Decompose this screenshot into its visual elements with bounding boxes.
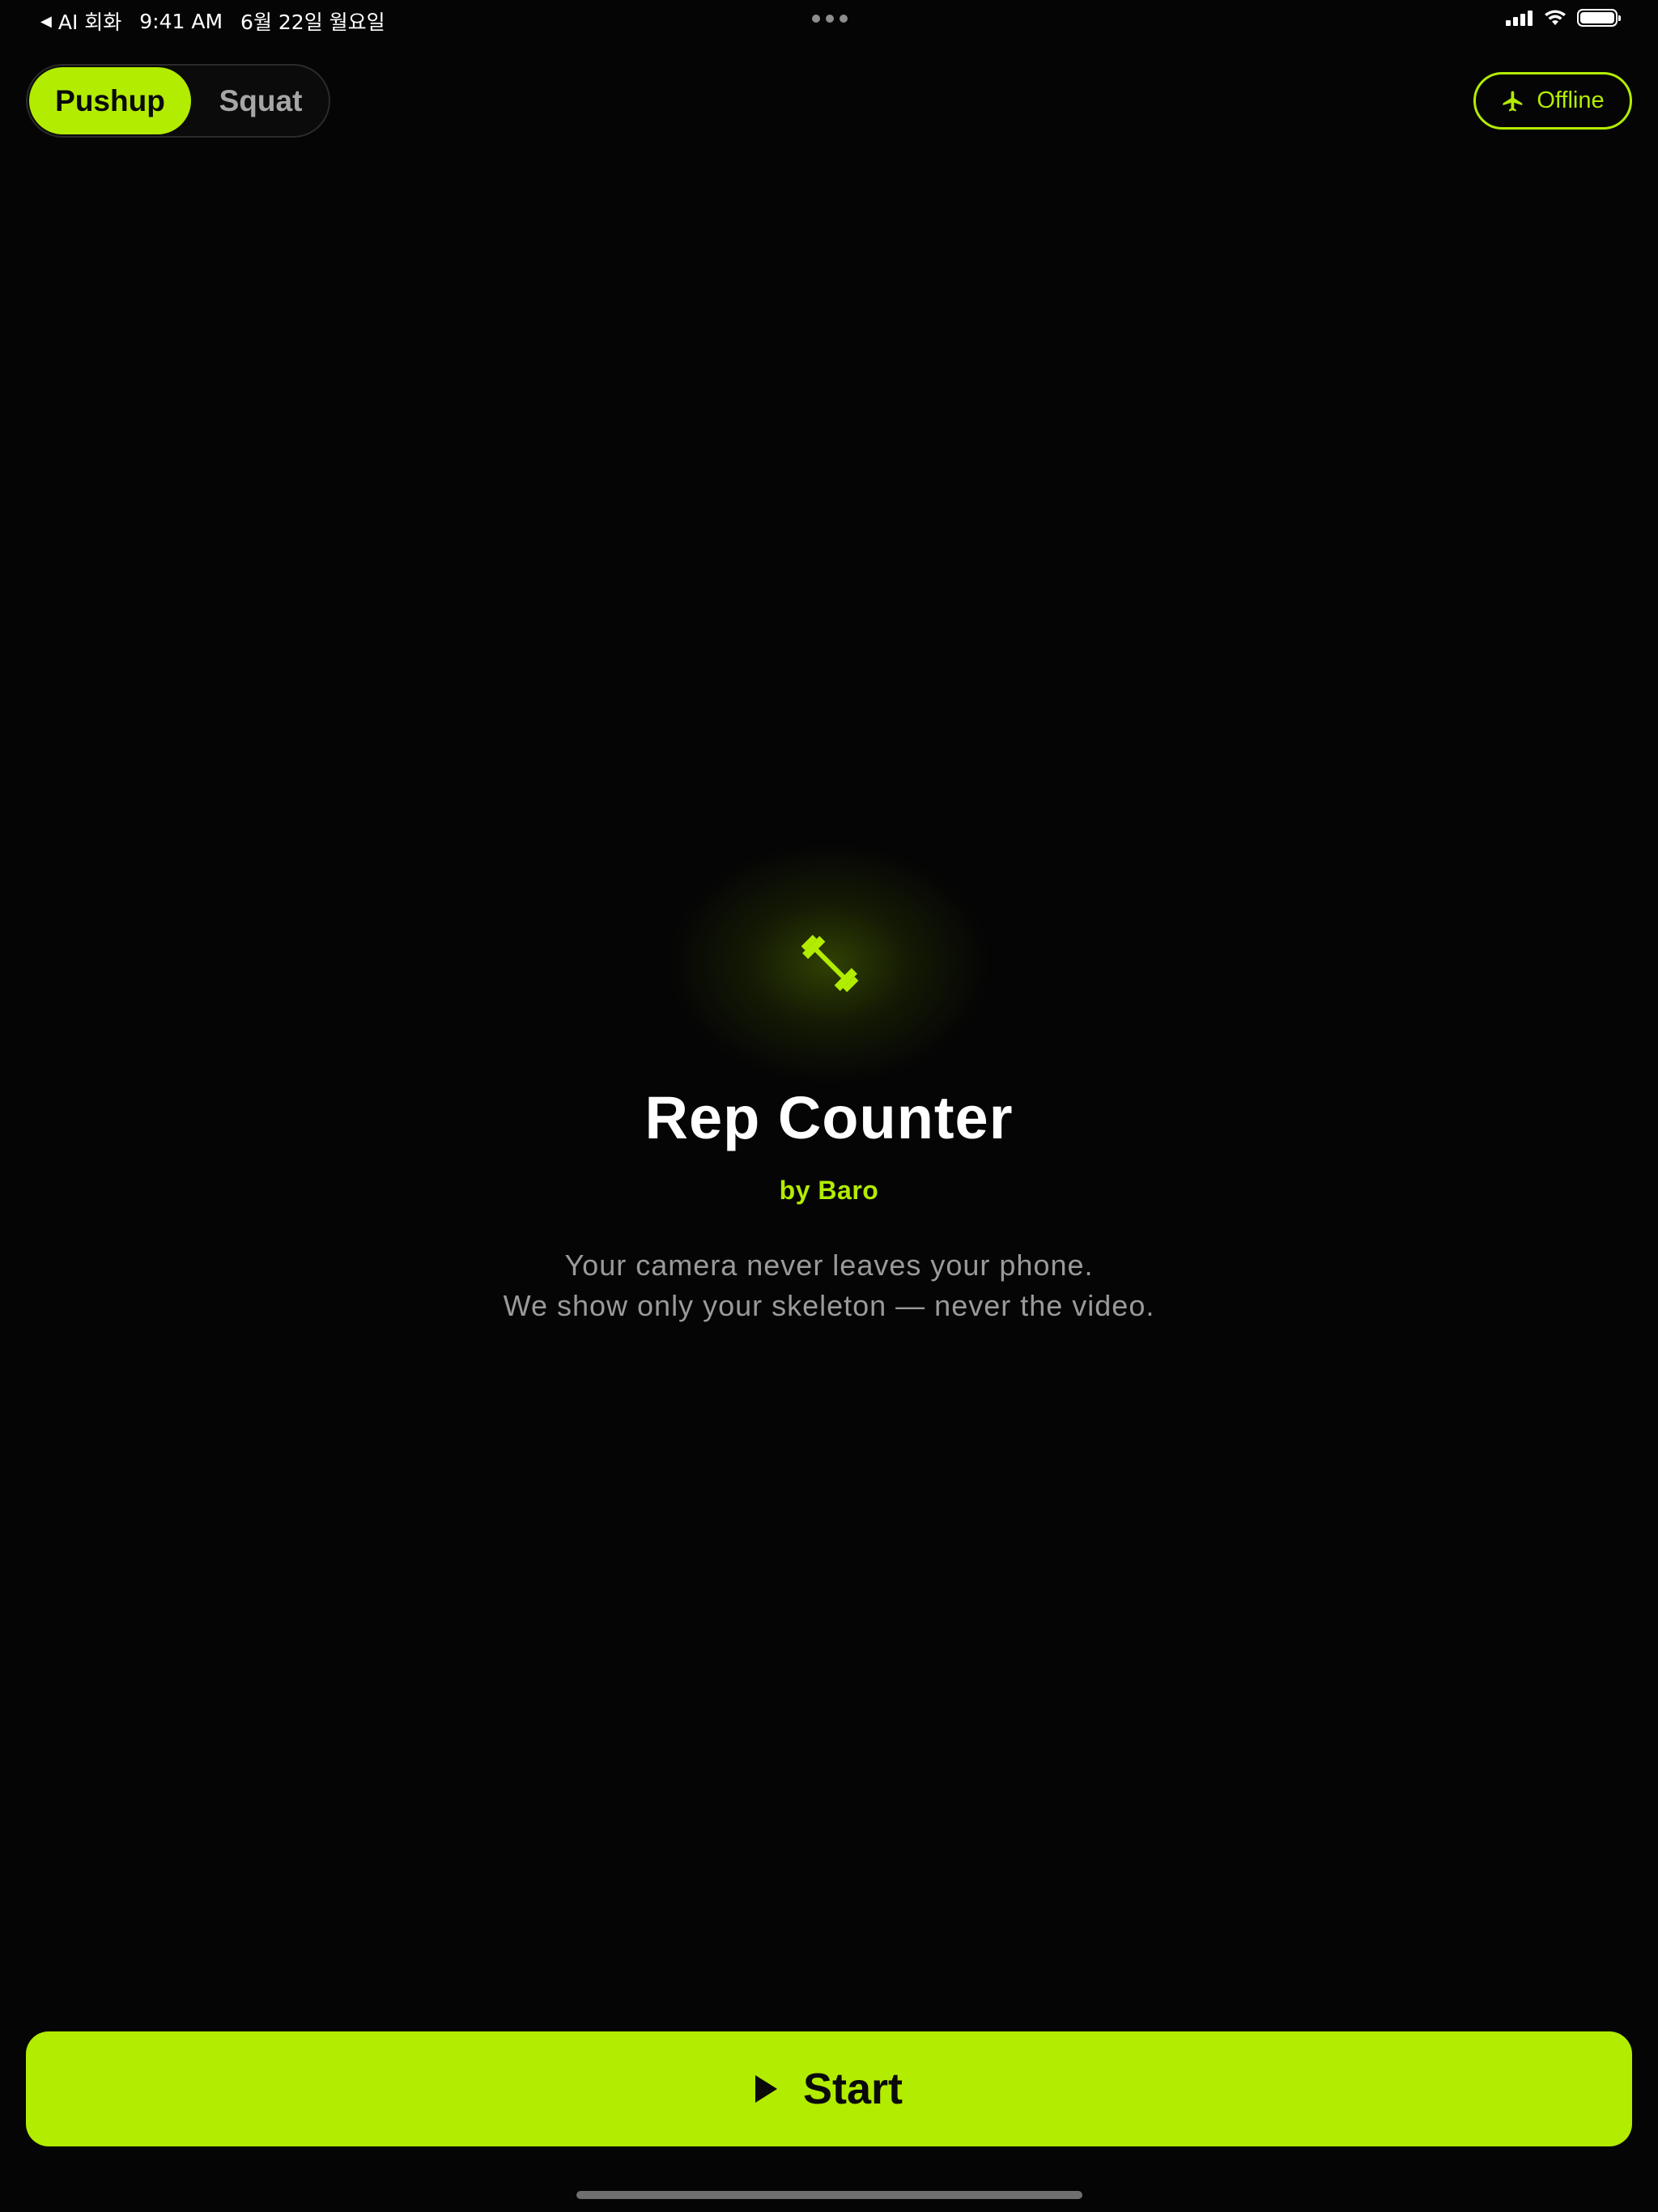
privacy-tagline-line2: We show only your skeleton — never the v… <box>503 1289 1155 1322</box>
exercise-mode-toggle: Pushup Squat <box>26 64 330 138</box>
back-arrow-icon[interactable]: ◀ <box>40 13 52 30</box>
multitasking-dots-icon[interactable] <box>812 15 853 23</box>
status-date: 6월 22일 월요일 <box>240 11 385 34</box>
offline-badge[interactable]: Offline <box>1473 72 1632 130</box>
play-icon <box>755 2075 777 2103</box>
start-button[interactable]: Start <box>26 2031 1632 2146</box>
back-app-label[interactable]: AI 회화 <box>58 6 121 36</box>
battery-icon <box>1577 9 1621 27</box>
barbell-icon <box>801 934 859 993</box>
cellular-signal-icon <box>1506 10 1535 26</box>
offline-label: Offline <box>1537 87 1605 113</box>
airplane-icon <box>1503 91 1523 111</box>
app-byline: by Baro <box>779 1176 879 1205</box>
status-bar: ◀ AI 회화 9:41 AM 6월 22일 월요일 <box>0 0 1658 39</box>
status-right <box>1506 9 1621 27</box>
start-label: Start <box>802 2065 903 2113</box>
status-left: ◀ AI 회화 9:41 AM 6월 22일 월요일 <box>40 6 385 36</box>
app-title: Rep Counter <box>644 1084 1014 1151</box>
status-time: 9:41 AM <box>139 9 223 33</box>
mode-option-pushup[interactable]: Pushup <box>29 67 191 134</box>
privacy-tagline-line1: Your camera never leaves your phone. <box>564 1249 1094 1282</box>
mode-option-squat[interactable]: Squat <box>196 67 325 134</box>
wifi-icon <box>1545 10 1566 25</box>
rep-counter-screen: ◀ AI 회화 9:41 AM 6월 22일 월요일 Pushup Squat <box>0 0 1658 2212</box>
home-indicator[interactable] <box>576 2191 1082 2199</box>
